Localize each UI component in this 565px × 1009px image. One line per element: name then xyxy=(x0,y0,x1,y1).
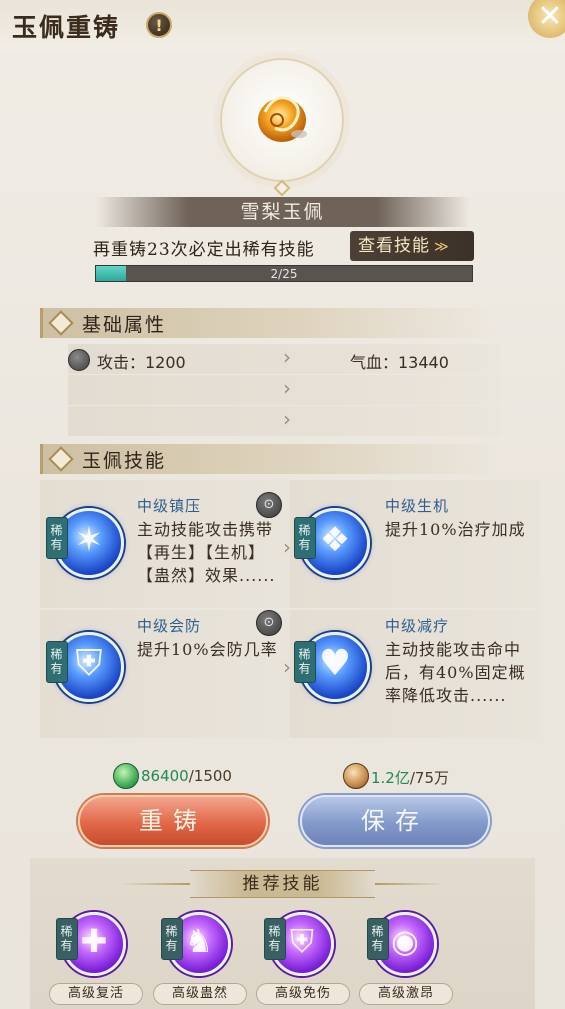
attr-right-value: 气血：13440 xyxy=(350,353,449,372)
skill-name: 中级镇压 xyxy=(137,497,202,515)
lock-icon[interactable]: ⊙ xyxy=(256,610,282,636)
cost-need: /1500 xyxy=(188,767,232,785)
skill-name: 中级减疗 xyxy=(385,617,450,635)
jade-name: 雪梨玉佩 xyxy=(95,197,470,227)
rare-badge: 稀有 xyxy=(294,641,316,683)
rare-badge: 稀有 xyxy=(161,918,183,960)
cost-have: 1.2亿 xyxy=(371,769,410,787)
cost-need: /75万 xyxy=(409,769,450,787)
jade-pendant-icon[interactable] xyxy=(247,82,317,152)
chevron-right-icon: › xyxy=(283,655,291,679)
gold-coin-icon xyxy=(343,763,369,789)
rare-badge: 稀有 xyxy=(46,517,68,559)
jade-skills-title: 玉佩技能 xyxy=(82,450,167,472)
reforge-guarantee-text: 再重铸23次必定出稀有技能 xyxy=(93,240,315,260)
view-skills-button[interactable]: 查看技能 ≫ xyxy=(350,231,474,261)
info-icon[interactable]: ! xyxy=(146,12,172,38)
rec-skill-label: 高级免伤 xyxy=(256,983,350,1005)
lock-icon[interactable]: ⊙ xyxy=(256,492,282,518)
rare-badge: 稀有 xyxy=(46,641,68,683)
attack-icon xyxy=(68,349,90,371)
rec-skill-label: 高级复活 xyxy=(49,983,143,1005)
attr-left-value: 攻击：1200 xyxy=(97,353,186,372)
gold-coin-cost: 1.2亿/75万 xyxy=(371,767,449,788)
skill-desc: 主动技能攻击命中后，有40%固定概率降低攻击...... xyxy=(385,640,526,705)
divider xyxy=(120,883,190,885)
skill-desc: 主动技能攻击携带【再生】【生机】【蛊然】效果...... xyxy=(137,520,276,585)
chevron-right-icon: › xyxy=(283,345,291,369)
recommended-title: 推荐技能 xyxy=(190,870,375,898)
base-attrs-title: 基础属性 xyxy=(82,314,167,336)
reforge-progress-text: 2/25 xyxy=(270,267,298,281)
divider xyxy=(375,883,445,885)
rec-skill-label: 高级激昂 xyxy=(359,983,453,1005)
page-title: 玉佩重铸 xyxy=(12,13,121,42)
skill-name: 中级会防 xyxy=(137,617,202,635)
rare-badge: 稀有 xyxy=(294,517,316,559)
skill-desc: 提升10%治疗加成 xyxy=(385,520,526,539)
rec-skill-label: 高级蛊然 xyxy=(153,983,247,1005)
chevron-right-icon: › xyxy=(283,535,291,559)
skill-desc: 提升10%会防几率 xyxy=(137,640,278,659)
skill-name: 中级生机 xyxy=(385,497,450,515)
view-skills-label: 查看技能 xyxy=(358,236,430,256)
chevron-right-icon: › xyxy=(283,407,291,431)
reforge-button[interactable]: 重铸 xyxy=(78,795,268,847)
cost-have: 86400 xyxy=(141,767,189,785)
jade-coin-cost: 86400/1500 xyxy=(141,767,232,785)
save-button[interactable]: 保存 xyxy=(300,795,490,847)
jade-coin-icon xyxy=(113,763,139,789)
rare-badge: 稀有 xyxy=(367,918,389,960)
rare-badge: 稀有 xyxy=(56,918,78,960)
double-chevron-icon: ≫ xyxy=(434,239,450,255)
chevron-right-icon: › xyxy=(283,376,291,400)
medallion-pointer xyxy=(273,179,291,197)
rare-badge: 稀有 xyxy=(264,918,286,960)
